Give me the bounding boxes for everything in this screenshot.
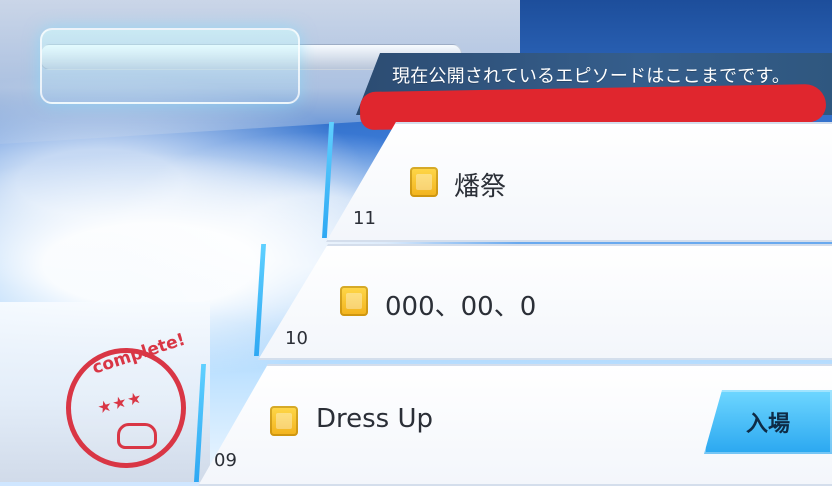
notice-text: 現在公開されているエピソードはここまでです。 [392,66,791,87]
book-icon [410,167,438,197]
episode-number: 09 [214,450,237,471]
episode-row-11[interactable] [326,122,832,242]
episode-title: Dress Up [316,404,434,434]
stamp-stars-icon: ★★★ [95,387,145,418]
background-glow-panel [40,28,300,104]
episode-number: 11 [353,208,376,229]
enter-button[interactable]: 入場 [704,390,832,454]
stamp-ribbon-icon [117,423,157,449]
complete-stamp: complete! ★★★ [66,330,188,468]
book-icon [340,286,368,316]
episode-title: 000、00、0 [385,292,537,322]
episode-number: 10 [285,328,308,349]
episode-title: 燔祭 [454,172,507,202]
book-icon [270,406,298,436]
